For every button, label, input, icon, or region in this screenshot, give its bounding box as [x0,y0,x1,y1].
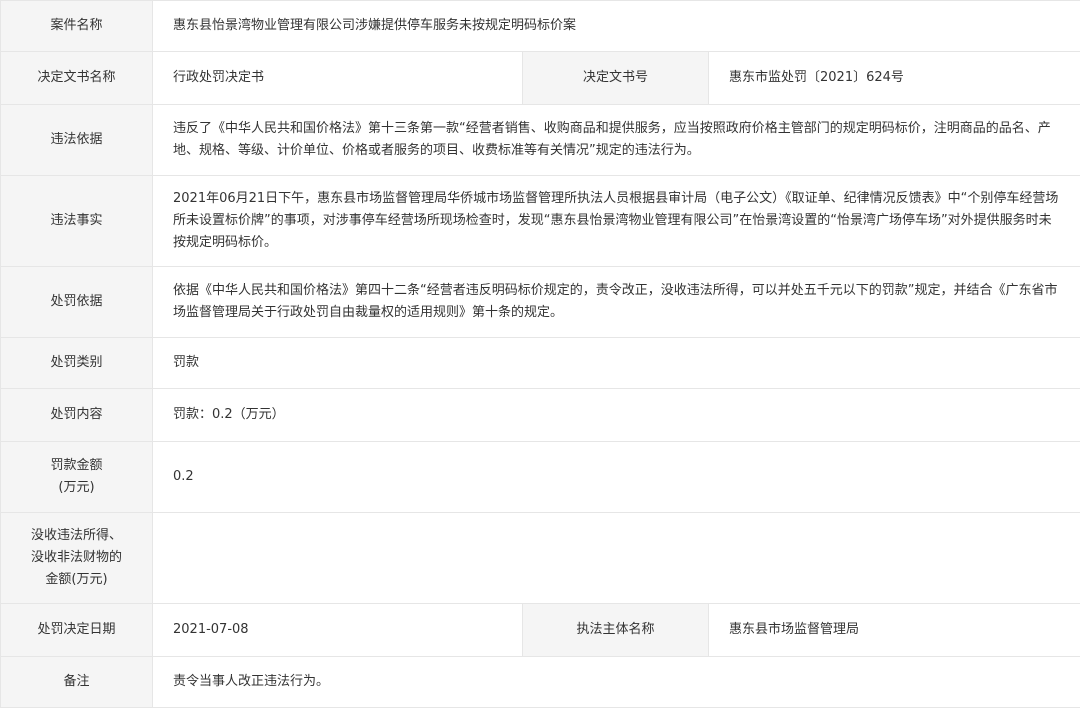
row-decision-date: 处罚决定日期 2021-07-08 执法主体名称 惠东县市场监督管理局 [1,604,1080,657]
label-confiscation-line3: 金额(万元) [9,569,144,591]
label-penalty-basis: 处罚依据 [1,267,153,338]
value-violation-facts: 2021年06月21日下午，惠东县市场监督管理局华侨城市场监督管理所执法人员根据… [153,176,1080,267]
row-decision-doc: 决定文书名称 行政处罚决定书 决定文书号 惠东市监处罚〔2021〕624号 [1,52,1080,105]
label-decision-doc-number: 决定文书号 [523,52,709,105]
label-penalty-content: 处罚内容 [1,389,153,442]
label-decision-doc-name: 决定文书名称 [1,52,153,105]
value-enforcement-agency: 惠东县市场监督管理局 [709,604,1080,657]
value-penalty-basis: 依据《中华人民共和国价格法》第四十二条“经营者违反明码标价规定的，责令改正，没收… [153,267,1080,338]
value-confiscation [153,513,1080,604]
penalty-info-table: 案件名称 惠东县怡景湾物业管理有限公司涉嫌提供停车服务未按规定明码标价案 决定文… [0,0,1080,708]
label-confiscation-line2: 没收非法财物的 [9,547,144,569]
label-fine-amount-main: 罚款金额 [9,455,144,477]
row-penalty-type: 处罚类别 罚款 [1,338,1080,389]
value-violation-basis: 违反了《中华人民共和国价格法》第十三条第一款“经营者销售、收购商品和提供服务，应… [153,105,1080,176]
row-violation-basis: 违法依据 违反了《中华人民共和国价格法》第十三条第一款“经营者销售、收购商品和提… [1,105,1080,176]
label-decision-date: 处罚决定日期 [1,604,153,657]
row-penalty-basis: 处罚依据 依据《中华人民共和国价格法》第四十二条“经营者违反明码标价规定的，责令… [1,267,1080,338]
label-confiscation: 没收违法所得、 没收非法财物的 金额(万元) [1,513,153,604]
label-violation-facts: 违法事实 [1,176,153,267]
row-confiscation: 没收违法所得、 没收非法财物的 金额(万元) [1,513,1080,604]
label-enforcement-agency: 执法主体名称 [523,604,709,657]
label-fine-amount: 罚款金额 (万元) [1,442,153,513]
value-remarks: 责令当事人改正违法行为。 [153,657,1080,708]
value-decision-date: 2021-07-08 [153,604,523,657]
row-violation-facts: 违法事实 2021年06月21日下午，惠东县市场监督管理局华侨城市场监督管理所执… [1,176,1080,267]
label-case-name: 案件名称 [1,1,153,52]
value-penalty-type: 罚款 [153,338,1080,389]
label-fine-amount-unit: (万元) [9,477,144,499]
row-remarks: 备注 责令当事人改正违法行为。 [1,657,1080,708]
label-confiscation-line1: 没收违法所得、 [9,525,144,547]
row-case-name: 案件名称 惠东县怡景湾物业管理有限公司涉嫌提供停车服务未按规定明码标价案 [1,1,1080,52]
value-decision-doc-number: 惠东市监处罚〔2021〕624号 [709,52,1080,105]
value-fine-amount: 0.2 [153,442,1080,513]
label-violation-basis: 违法依据 [1,105,153,176]
value-penalty-content: 罚款：0.2（万元） [153,389,1080,442]
label-remarks: 备注 [1,657,153,708]
value-decision-doc-name: 行政处罚决定书 [153,52,523,105]
row-fine-amount: 罚款金额 (万元) 0.2 [1,442,1080,513]
label-penalty-type: 处罚类别 [1,338,153,389]
value-case-name: 惠东县怡景湾物业管理有限公司涉嫌提供停车服务未按规定明码标价案 [153,1,1080,52]
row-penalty-content: 处罚内容 罚款：0.2（万元） [1,389,1080,442]
